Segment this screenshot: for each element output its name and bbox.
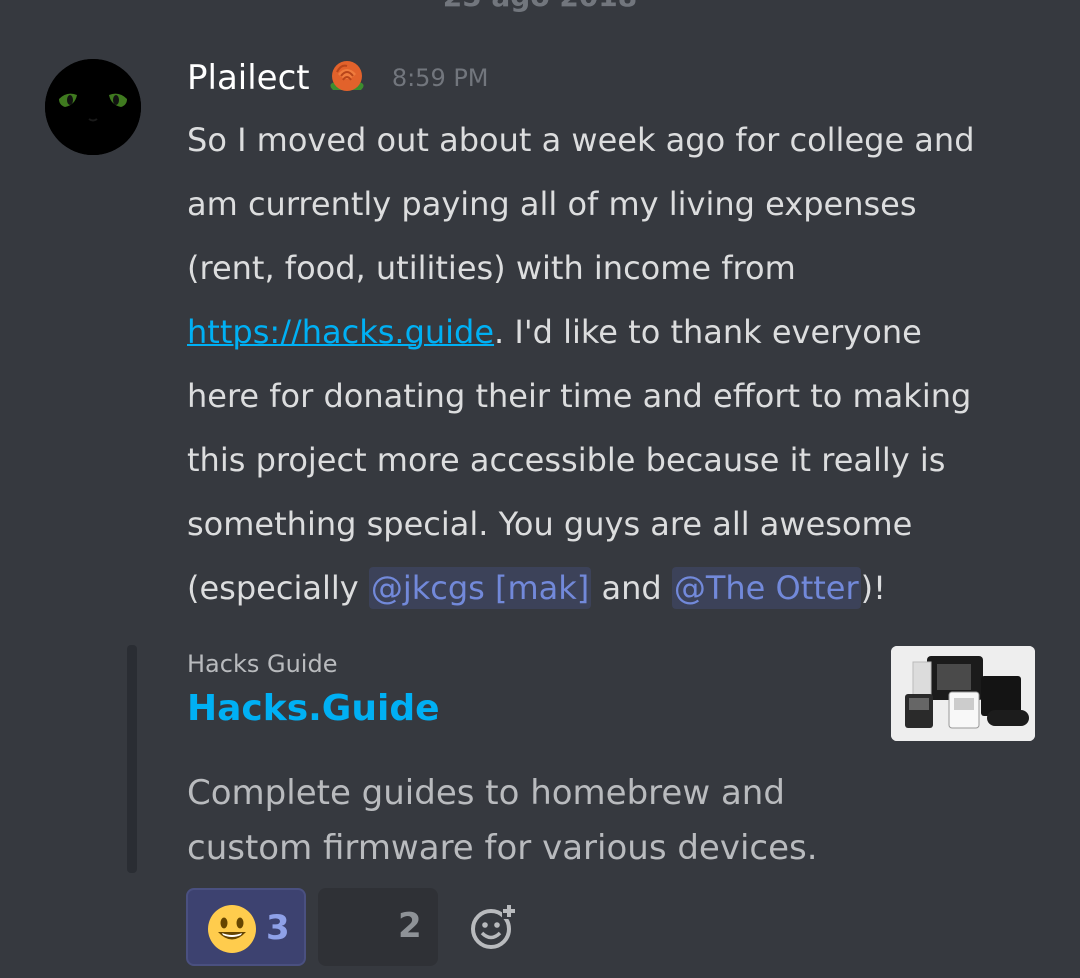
message-line-8-prefix: (especially <box>187 569 369 607</box>
message-line-8-suffix: )! <box>860 569 886 607</box>
username[interactable]: Plailect <box>187 58 310 98</box>
embed-provider[interactable]: Hacks Guide <box>187 650 337 678</box>
message-body: So I moved out about a week ago for coll… <box>187 108 1037 620</box>
message-line-4-text: . I'd like to thank everyone <box>494 313 922 351</box>
date-divider: 25 ago 2018 <box>0 0 1080 13</box>
message-line-2: am currently paying all of my living exp… <box>187 185 917 223</box>
embed-accent-bar <box>127 645 137 873</box>
message-line-3: (rent, food, utilities) with income from <box>187 249 796 287</box>
message-line-6: this project more accessible because it … <box>187 441 946 479</box>
embed-description: Complete guides to homebrew and custom f… <box>187 766 867 876</box>
embed-thumbnail[interactable] <box>891 646 1035 741</box>
message-header: Plailect 8:59 PM <box>187 54 489 100</box>
message-line-5: here for donating their time and effort … <box>187 377 972 415</box>
embed-description-line-2: custom firmware for various devices. <box>187 828 818 868</box>
cat-eyes-icon <box>45 59 141 155</box>
message-line-4: https://hacks.guide. I'd like to thank e… <box>187 300 1037 364</box>
reaction-count: 3 <box>266 908 290 948</box>
mention-jkcgs[interactable]: @jkcgs [mak] <box>368 567 592 609</box>
embed-description-line-1: Complete guides to homebrew and <box>187 773 785 813</box>
rose-icon <box>323 54 371 102</box>
smiley-emoji-icon <box>208 905 256 953</box>
reaction-blank[interactable]: 2 <box>318 888 438 966</box>
reaction-smiley[interactable]: 3 <box>186 888 306 966</box>
add-reaction-icon[interactable] <box>468 902 518 952</box>
user-avatar[interactable] <box>45 59 141 155</box>
reaction-count: 2 <box>398 906 422 946</box>
mention-the-otter[interactable]: @The Otter <box>671 567 861 609</box>
hacks-guide-link[interactable]: https://hacks.guide <box>187 313 494 351</box>
message-timestamp: 8:59 PM <box>391 64 489 92</box>
message-line-8: (especially @jkcgs [mak] and @The Otter)… <box>187 556 1037 620</box>
chat-view: 25 ago 2018 Plailect 8:59 PM So <box>0 0 1080 978</box>
message-line-7: something special. You guys are all awes… <box>187 505 913 543</box>
message-line-8-middle: and <box>591 569 672 607</box>
embed-title-link[interactable]: Hacks.Guide <box>187 688 440 729</box>
message-line-1: So I moved out about a week ago for coll… <box>187 121 975 159</box>
